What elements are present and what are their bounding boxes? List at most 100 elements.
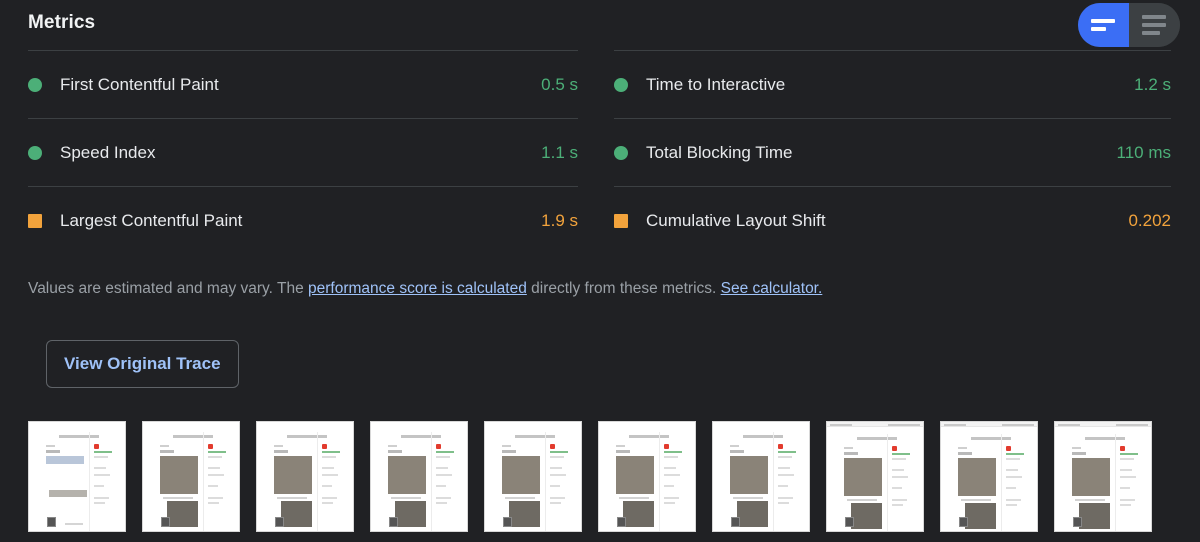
thumb-second-image bbox=[737, 501, 768, 527]
thumb-sidebar-icon bbox=[322, 444, 327, 449]
filmstrip-frame[interactable] bbox=[28, 421, 126, 532]
thumb-sidebar-line bbox=[1006, 458, 1020, 460]
thumb-label bbox=[46, 450, 60, 453]
thumb-page-title bbox=[971, 437, 1011, 440]
filmstrip-screenshots bbox=[28, 421, 1188, 542]
thumb-bar-left-icon bbox=[944, 423, 966, 426]
circle-icon bbox=[28, 77, 42, 92]
thumb-page-title bbox=[1085, 437, 1125, 440]
thumb-page-title bbox=[857, 437, 897, 440]
thumb-label bbox=[730, 450, 744, 453]
lighthouse-metrics-panel: Metrics First Contentful Paint 0.5 s Spe… bbox=[0, 0, 1200, 542]
thumb-sidebar-line bbox=[1120, 453, 1138, 455]
filmstrip-frame[interactable] bbox=[142, 421, 240, 532]
filmstrip-frame[interactable] bbox=[712, 421, 810, 532]
filmstrip-frame[interactable] bbox=[826, 421, 924, 532]
thumb-page-title bbox=[173, 435, 213, 438]
thumb-browser-bar bbox=[827, 422, 923, 427]
thumb-bar-right-icon bbox=[888, 423, 920, 426]
thumb-browser-bar bbox=[1055, 422, 1151, 427]
thumb-sidebar-line bbox=[208, 451, 226, 453]
thumb-sidebar-line bbox=[322, 467, 334, 469]
thumb-sidebar-line bbox=[1006, 469, 1018, 471]
thumb-sidebar-icon bbox=[778, 444, 783, 449]
toggle-expanded-view[interactable] bbox=[1129, 3, 1180, 47]
thumb-label bbox=[502, 450, 516, 453]
toggle-simple-view[interactable] bbox=[1078, 3, 1129, 47]
thumb-sidebar-line bbox=[322, 451, 340, 453]
square-icon bbox=[28, 213, 42, 228]
metric-row-total-blocking-time[interactable]: Total Blocking Time 110 ms bbox=[614, 118, 1171, 186]
thumb-sidebar-line bbox=[94, 485, 104, 487]
thumb-hero-image bbox=[730, 456, 768, 494]
thumb-second-image bbox=[851, 503, 882, 529]
thumb-divider bbox=[1001, 434, 1002, 531]
metric-row-cumulative-layout-shift[interactable]: Cumulative Layout Shift 0.202 bbox=[614, 186, 1171, 254]
metric-row-speed-index[interactable]: Speed Index 1.1 s bbox=[28, 118, 578, 186]
thumb-divider bbox=[317, 432, 318, 531]
filmstrip-frame[interactable] bbox=[940, 421, 1038, 532]
thumb-label bbox=[274, 450, 288, 453]
thumb-sidebar-icon bbox=[1006, 446, 1011, 451]
thumb-sidebar-icon bbox=[1120, 446, 1125, 451]
thumb-hero-image bbox=[1072, 458, 1110, 496]
thumb-footer-line bbox=[65, 523, 83, 525]
thumb-label bbox=[958, 447, 967, 449]
thumb-sidebar-line bbox=[322, 497, 337, 499]
thumb-sidebar-line bbox=[1006, 499, 1021, 501]
thumb-sidebar-line bbox=[1120, 487, 1130, 489]
thumb-sidebar-line bbox=[892, 504, 903, 506]
see-calculator-link[interactable]: See calculator. bbox=[721, 280, 823, 297]
thumb-divider bbox=[89, 432, 90, 531]
thumb-label bbox=[160, 445, 169, 447]
metrics-column-left: First Contentful Paint 0.5 s Speed Index… bbox=[28, 50, 578, 254]
thumb-hero-image bbox=[502, 456, 540, 494]
filmstrip-frame[interactable] bbox=[370, 421, 468, 532]
thumb-badge bbox=[959, 517, 968, 527]
thumb-sidebar-line bbox=[1006, 487, 1016, 489]
metric-value: 1.2 s bbox=[1134, 74, 1171, 94]
thumb-divider bbox=[431, 432, 432, 531]
metric-row-largest-contentful-paint[interactable]: Largest Contentful Paint 1.9 s bbox=[28, 186, 578, 254]
metric-row-first-contentful-paint[interactable]: First Contentful Paint 0.5 s bbox=[28, 50, 578, 118]
metrics-view-toggle[interactable] bbox=[1078, 3, 1180, 47]
thumb-divider bbox=[203, 432, 204, 531]
filmstrip-frame[interactable] bbox=[256, 421, 354, 532]
thumb-page-title bbox=[629, 435, 669, 438]
expanded-view-line-1-icon bbox=[1142, 15, 1166, 19]
thumb-divider bbox=[773, 432, 774, 531]
thumb-hero-image bbox=[388, 456, 426, 494]
thumb-sidebar-line bbox=[1120, 458, 1134, 460]
thumb-sidebar-line bbox=[778, 502, 789, 504]
filmstrip-frame[interactable] bbox=[1054, 421, 1152, 532]
thumb-divider bbox=[545, 432, 546, 531]
thumb-badge bbox=[617, 517, 626, 527]
thumb-divider bbox=[1115, 434, 1116, 531]
thumb-sidebar-line bbox=[1006, 504, 1017, 506]
thumb-sidebar-line bbox=[1120, 504, 1131, 506]
thumb-sidebar-line bbox=[1120, 499, 1135, 501]
view-original-trace-button[interactable]: View Original Trace bbox=[46, 340, 239, 388]
thumb-sidebar-line bbox=[1120, 476, 1136, 478]
thumb-second-image bbox=[395, 501, 426, 527]
expanded-view-line-2-icon bbox=[1142, 23, 1166, 27]
thumb-bar-right-icon bbox=[1002, 423, 1034, 426]
filmstrip-frame[interactable] bbox=[598, 421, 696, 532]
thumb-sidebar-line bbox=[1006, 476, 1022, 478]
thumb-sidebar-line bbox=[778, 467, 790, 469]
thumb-sidebar-line bbox=[778, 497, 793, 499]
thumb-label bbox=[616, 445, 625, 447]
thumb-browser-bar bbox=[941, 422, 1037, 427]
thumb-sidebar-line bbox=[892, 487, 902, 489]
thumb-divider bbox=[659, 432, 660, 531]
metrics-column-right: Time to Interactive 1.2 s Total Blocking… bbox=[614, 50, 1171, 254]
thumb-caption bbox=[163, 497, 193, 499]
thumb-label bbox=[388, 445, 397, 447]
thumb-page-title bbox=[401, 435, 441, 438]
thumb-bar-left-icon bbox=[830, 423, 852, 426]
thumb-badge bbox=[503, 517, 512, 527]
performance-score-link[interactable]: performance score is calculated bbox=[308, 280, 527, 297]
thumb-badge bbox=[47, 517, 56, 527]
filmstrip-frame[interactable] bbox=[484, 421, 582, 532]
metric-row-time-to-interactive[interactable]: Time to Interactive 1.2 s bbox=[614, 50, 1171, 118]
